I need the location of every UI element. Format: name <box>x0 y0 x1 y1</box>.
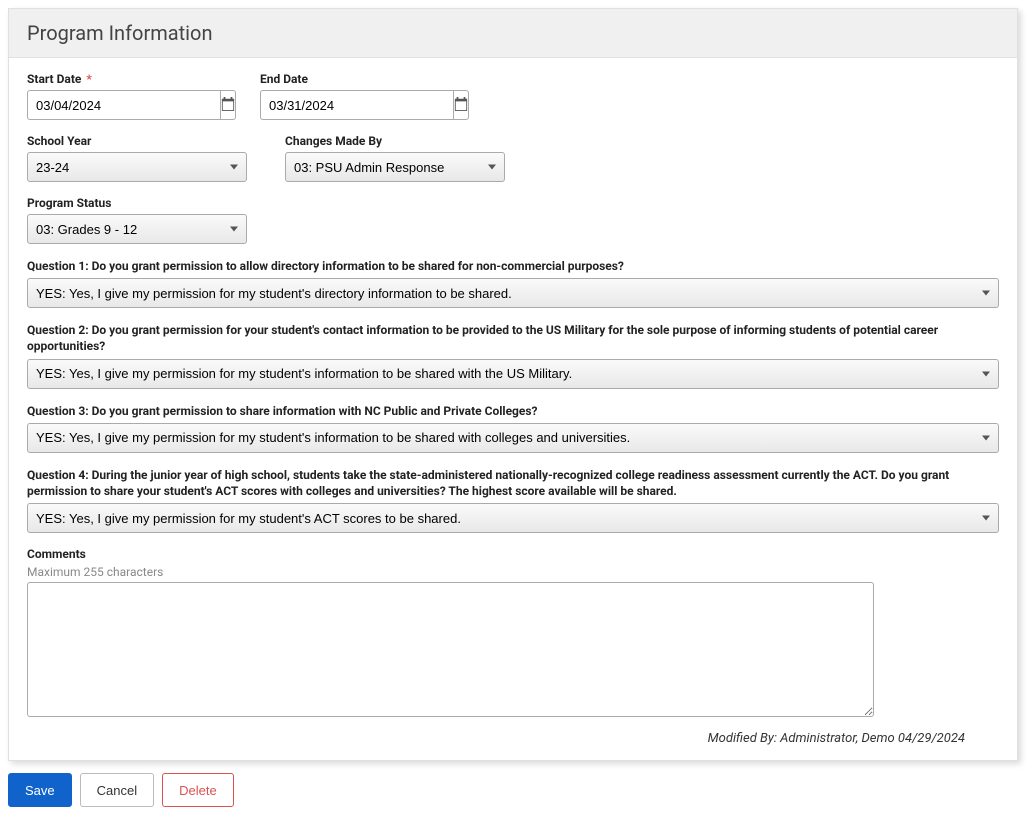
start-date-picker-button[interactable] <box>220 90 236 120</box>
calendar-icon <box>454 97 468 114</box>
label-changes-made-by: Changes Made By <box>285 134 505 148</box>
changes-made-by-select-wrap: 03: PSU Admin Response <box>285 152 505 182</box>
group-q3: Question 3: Do you grant permission to s… <box>27 403 999 453</box>
row-year-changes: School Year 23-24 Changes Made By 03: PS… <box>27 134 999 182</box>
start-date-wrapper <box>27 90 197 120</box>
q3-select-wrap: YES: Yes, I give my permission for my st… <box>27 423 999 453</box>
calendar-icon <box>221 97 235 114</box>
label-q4: Question 4: During the junior year of hi… <box>27 467 999 499</box>
row-program-status: Program Status 03: Grades 9 - 12 <box>27 196 999 244</box>
program-status-select-wrap: 03: Grades 9 - 12 <box>27 214 247 244</box>
group-school-year: School Year 23-24 <box>27 134 247 182</box>
q3-select[interactable]: YES: Yes, I give my permission for my st… <box>27 423 999 453</box>
q2-select-wrap: YES: Yes, I give my permission for my st… <box>27 359 999 389</box>
delete-button[interactable]: Delete <box>162 773 234 807</box>
group-changes-made-by: Changes Made By 03: PSU Admin Response <box>285 134 505 182</box>
end-date-wrapper <box>260 90 430 120</box>
panel-body: Start Date * End Date <box>9 58 1017 760</box>
label-q1: Question 1: Do you grant permission to a… <box>27 258 999 274</box>
label-start-date: Start Date * <box>27 72 197 86</box>
program-information-panel: Program Information Start Date * <box>8 8 1018 761</box>
end-date-input[interactable] <box>260 90 453 120</box>
group-comments: Comments Maximum 255 characters <box>27 547 999 717</box>
panel-header: Program Information <box>9 9 1017 58</box>
label-q3: Question 3: Do you grant permission to s… <box>27 403 999 419</box>
action-bar: Save Cancel Delete <box>8 761 1018 815</box>
label-start-date-text: Start Date <box>27 72 81 86</box>
panel-title: Program Information <box>27 21 999 45</box>
label-school-year: School Year <box>27 134 247 148</box>
q4-select[interactable]: YES: Yes, I give my permission for my st… <box>27 503 999 533</box>
group-start-date: Start Date * <box>27 72 197 120</box>
q1-select[interactable]: YES: Yes, I give my permission for my st… <box>27 278 999 308</box>
changes-made-by-select[interactable]: 03: PSU Admin Response <box>285 152 505 182</box>
save-button[interactable]: Save <box>8 773 72 807</box>
end-date-picker-button[interactable] <box>453 90 469 120</box>
school-year-select[interactable]: 23-24 <box>27 152 247 182</box>
modified-by-row: Modified By: Administrator, Demo 04/29/2… <box>27 731 999 746</box>
group-q1: Question 1: Do you grant permission to a… <box>27 258 999 308</box>
school-year-select-wrap: 23-24 <box>27 152 247 182</box>
comments-hint: Maximum 255 characters <box>27 565 999 579</box>
cancel-button[interactable]: Cancel <box>80 773 154 807</box>
q1-select-wrap: YES: Yes, I give my permission for my st… <box>27 278 999 308</box>
label-end-date: End Date <box>260 72 430 86</box>
q2-select[interactable]: YES: Yes, I give my permission for my st… <box>27 359 999 389</box>
group-q2: Question 2: Do you grant permission for … <box>27 322 999 388</box>
program-status-select[interactable]: 03: Grades 9 - 12 <box>27 214 247 244</box>
label-program-status: Program Status <box>27 196 247 210</box>
required-star: * <box>86 72 91 86</box>
group-program-status: Program Status 03: Grades 9 - 12 <box>27 196 247 244</box>
start-date-input[interactable] <box>27 90 220 120</box>
group-end-date: End Date <box>260 72 430 120</box>
q4-select-wrap: YES: Yes, I give my permission for my st… <box>27 503 999 533</box>
label-q2: Question 2: Do you grant permission for … <box>27 322 999 354</box>
row-dates: Start Date * End Date <box>27 72 999 120</box>
group-q4: Question 4: During the junior year of hi… <box>27 467 999 533</box>
label-comments: Comments <box>27 547 999 561</box>
comments-textarea[interactable] <box>27 582 874 717</box>
